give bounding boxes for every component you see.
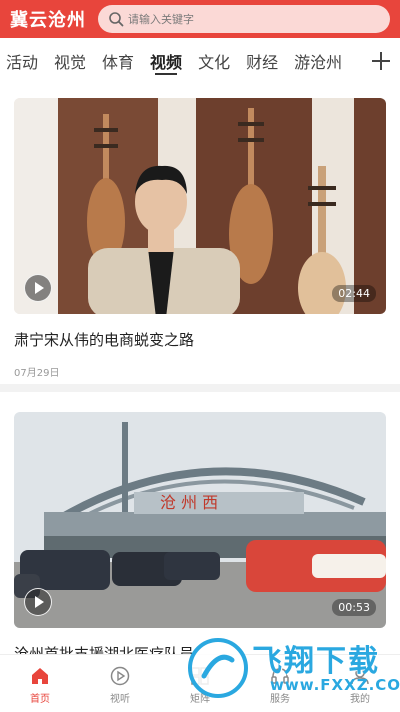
nav-media[interactable]: 视听	[80, 655, 160, 712]
video-title[interactable]: 肃宁宋从伟的电商蜕变之路	[14, 330, 386, 350]
play-icon[interactable]	[24, 274, 52, 302]
tab-finance[interactable]: 财经	[240, 38, 288, 84]
video-card[interactable]: 沧 州 西 00:53 沧州首批支援湖北医疗队员	[14, 412, 386, 664]
service-icon	[271, 668, 289, 684]
search-input[interactable]	[128, 12, 348, 26]
search-box[interactable]	[98, 5, 390, 33]
video-duration: 00:53	[332, 599, 376, 616]
nav-matrix[interactable]: 矩阵	[160, 655, 240, 712]
user-icon	[351, 668, 369, 685]
nav-profile[interactable]: 我的	[320, 655, 400, 712]
tab-sports[interactable]: 体育	[96, 38, 144, 84]
add-channel-icon[interactable]	[372, 52, 390, 70]
channel-tabs: 活动 视觉 体育 视频 文化 财经 游沧州	[0, 38, 400, 84]
tab-travel[interactable]: 游沧州	[288, 38, 352, 84]
section-divider	[0, 384, 400, 392]
top-bar: 冀云沧州	[0, 0, 400, 38]
video-date: 07月29日	[14, 368, 60, 379]
play-circle-icon	[110, 666, 130, 686]
tab-fade	[348, 38, 370, 84]
tab-list: 活动 视觉 体育 视频 文化 财经 游沧州	[0, 38, 362, 84]
video-thumbnail-image	[14, 98, 386, 314]
video-thumbnail[interactable]: 沧 州 西 00:53	[14, 412, 386, 628]
nav-home[interactable]: 首页	[0, 655, 80, 712]
nav-label: 服务	[270, 694, 290, 705]
svg-text:沧 州 西: 沧 州 西	[160, 493, 218, 512]
tab-video[interactable]: 视频	[144, 38, 192, 84]
matrix-icon	[191, 667, 209, 685]
play-icon[interactable]	[24, 588, 52, 616]
home-icon	[32, 668, 48, 684]
nav-label: 视听	[110, 694, 130, 705]
app-screen: 冀云沧州 活动 视觉 体育 视频 文化 财经 游沧州	[0, 0, 400, 712]
app-brand: 冀云沧州	[10, 10, 86, 31]
tab-activity[interactable]: 活动	[0, 38, 48, 84]
nav-label: 矩阵	[190, 694, 210, 705]
search-icon	[109, 12, 124, 27]
tab-visual[interactable]: 视觉	[48, 38, 96, 84]
bottom-nav: 首页 视听 矩阵 服务 我的	[0, 654, 400, 712]
video-thumbnail-image: 沧 州 西	[14, 412, 386, 628]
tab-culture[interactable]: 文化	[192, 38, 240, 84]
nav-label: 首页	[30, 694, 50, 705]
video-duration: 02:44	[332, 285, 376, 302]
nav-label: 我的	[350, 694, 370, 705]
video-thumbnail[interactable]: 02:44	[14, 98, 386, 314]
video-card[interactable]: 02:44 肃宁宋从伟的电商蜕变之路 07月29日	[14, 98, 386, 379]
nav-service[interactable]: 服务	[240, 655, 320, 712]
